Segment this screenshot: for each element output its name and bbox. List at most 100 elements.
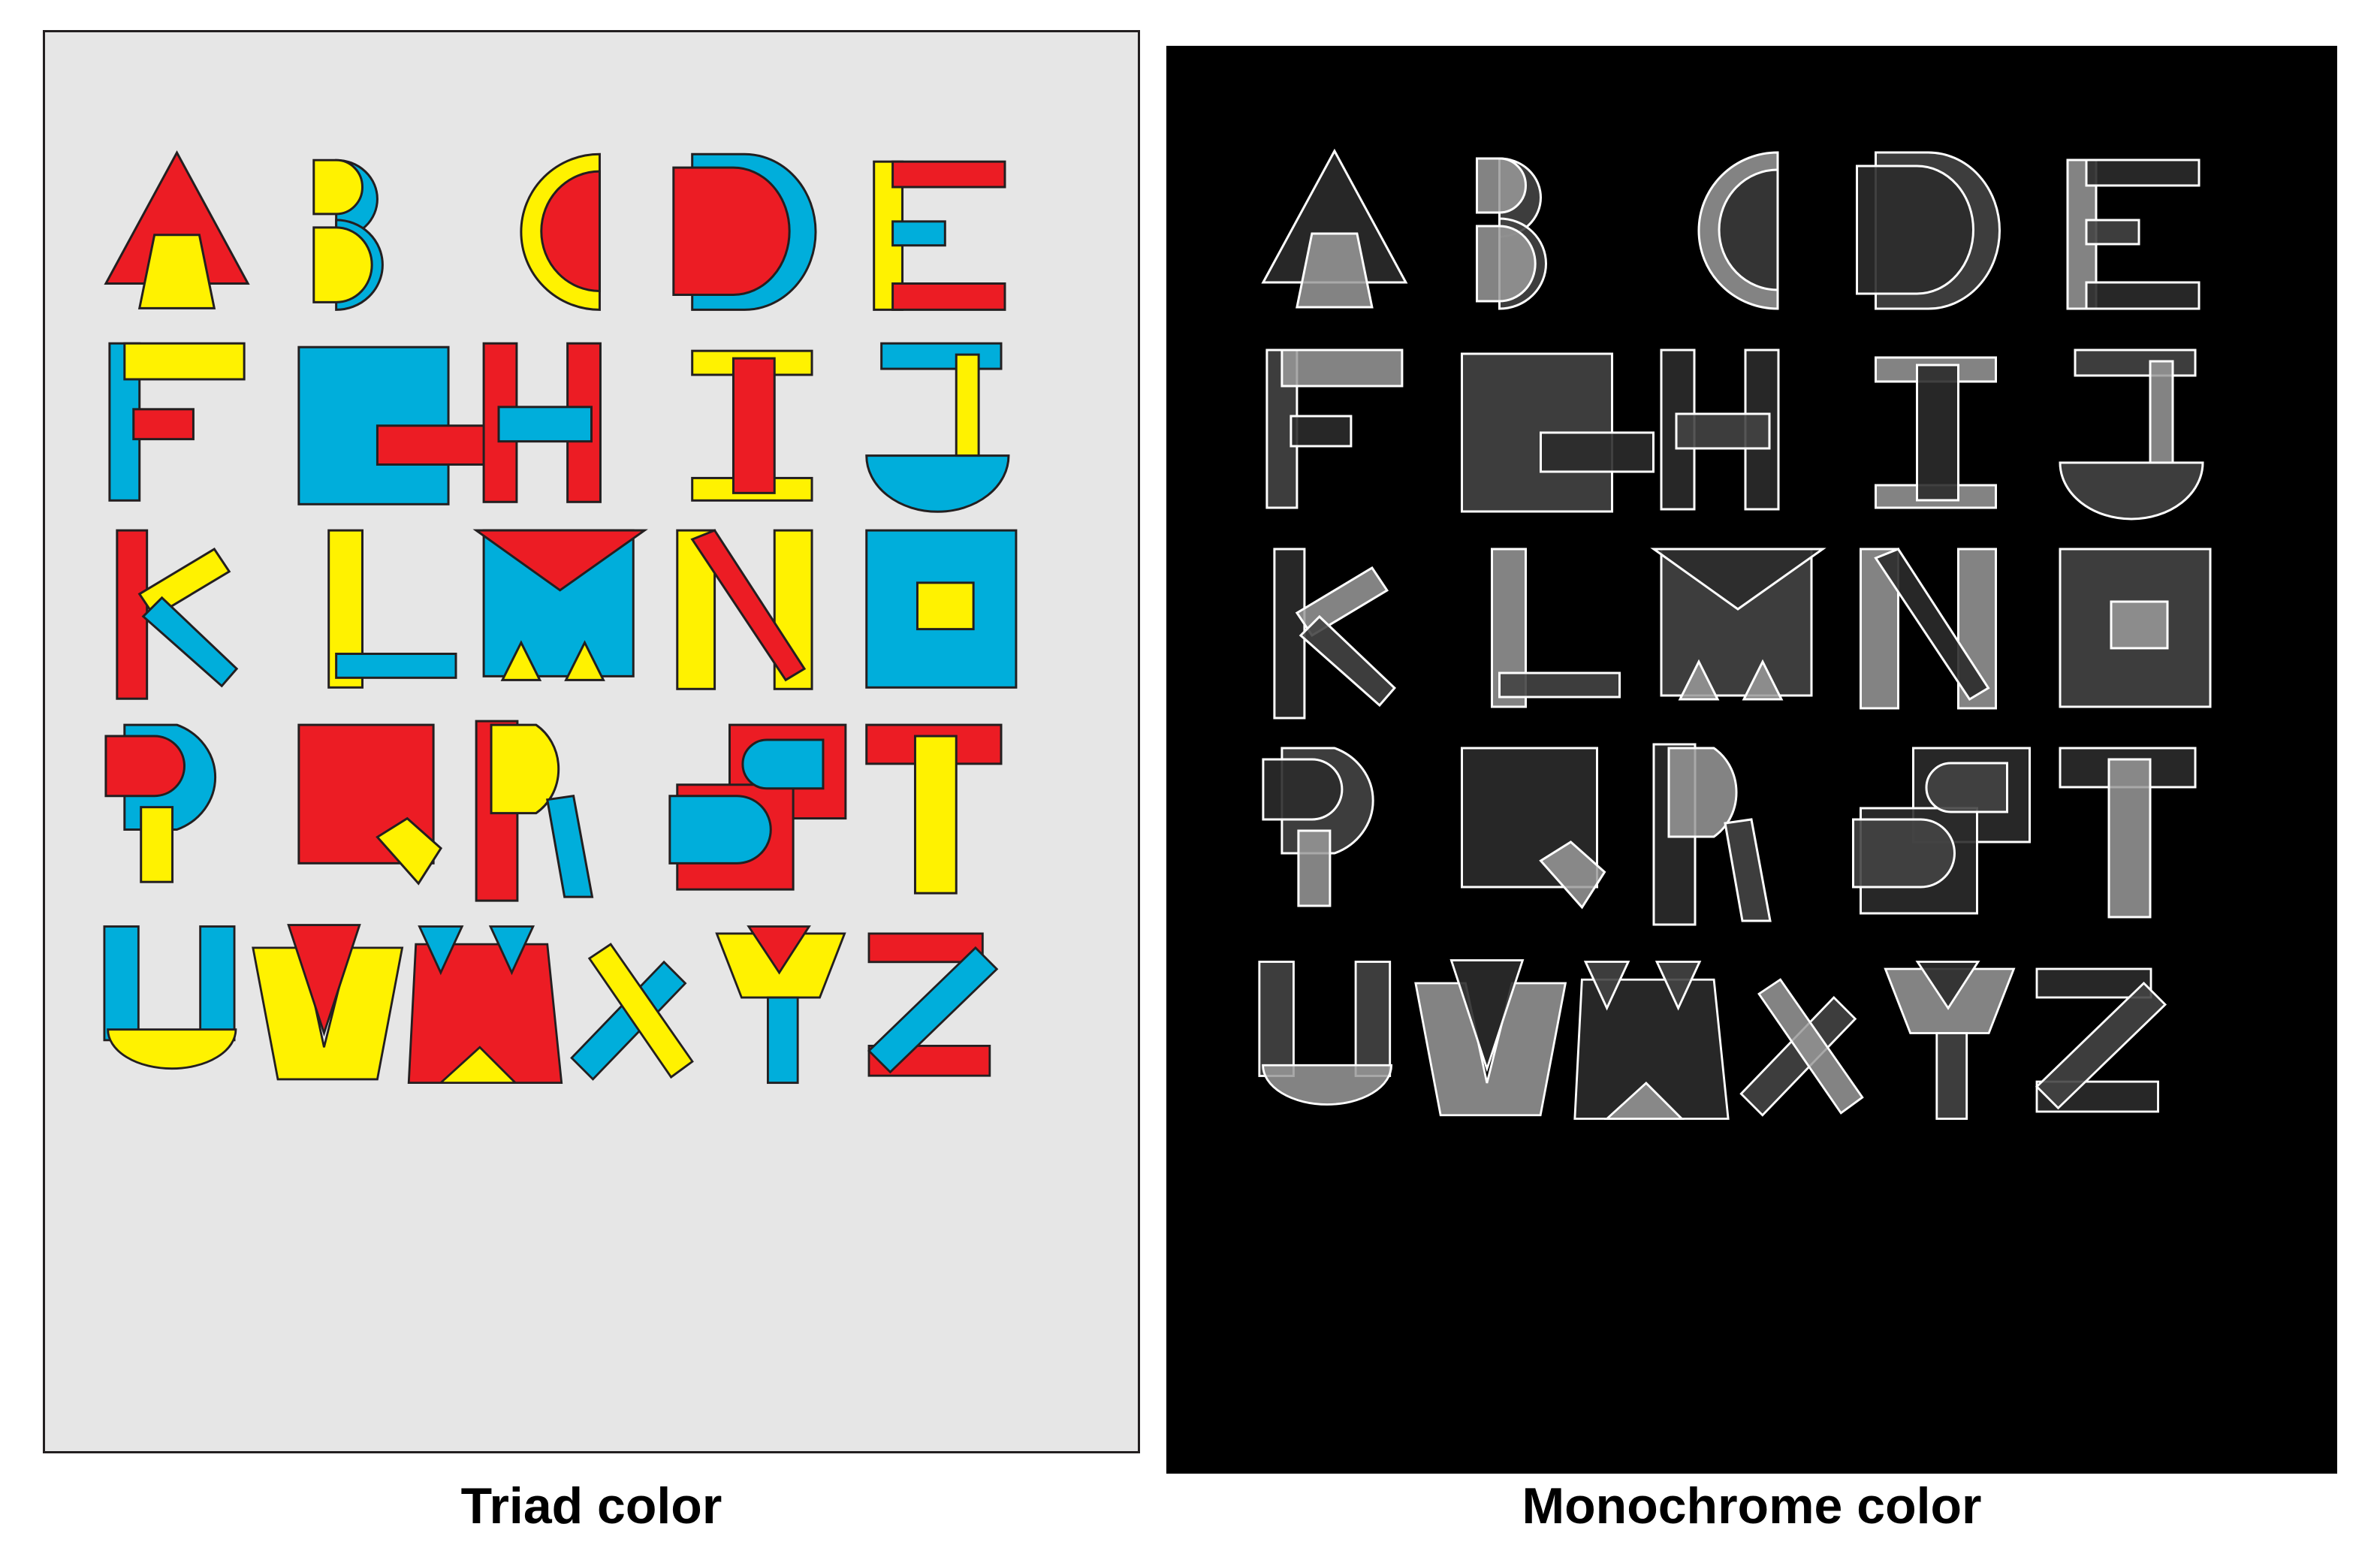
letter-y-glyph xyxy=(715,925,846,1085)
letter-d-glyph xyxy=(1856,151,2001,310)
letter-k-part-3 xyxy=(1299,614,1396,708)
letter-h-part-3 xyxy=(1675,412,1771,450)
letter-y-part-3 xyxy=(767,996,799,1085)
letter-q-glyph xyxy=(1461,747,1606,910)
monochrome-color-panel xyxy=(1166,46,2337,1474)
letter-k-part-1 xyxy=(1273,548,1306,720)
letter-s-part-3 xyxy=(741,738,825,790)
letter-i-glyph xyxy=(1875,356,1997,509)
letter-e-glyph xyxy=(873,160,1006,311)
letter-l-part-2 xyxy=(335,652,457,679)
letter-w-glyph xyxy=(407,925,563,1085)
letter-t-part-2 xyxy=(2107,758,2152,919)
letter-b-glyph xyxy=(1476,157,1547,310)
letter-j-part-2 xyxy=(2059,461,2204,521)
letter-t-part-2 xyxy=(913,735,958,895)
letter-j-part-3 xyxy=(955,353,980,457)
letter-h-glyph xyxy=(1660,349,1780,511)
letter-e-part-2 xyxy=(891,160,1006,189)
letter-u-part-1 xyxy=(1258,961,1295,1077)
letter-d-part-2 xyxy=(1856,164,1974,295)
triad-alphabet-artwork xyxy=(103,150,1018,1085)
letter-s-glyph xyxy=(668,723,847,891)
letter-t-glyph xyxy=(2059,747,2197,919)
letter-a-glyph xyxy=(104,150,250,309)
letter-g-part-2 xyxy=(1540,431,1655,473)
letter-o-glyph xyxy=(2059,548,2212,708)
letter-k-part-1 xyxy=(116,529,149,700)
letter-b-part-3 xyxy=(1476,157,1527,214)
letter-f-part-3 xyxy=(1290,415,1353,448)
letter-y-glyph xyxy=(1884,961,2016,1120)
letter-a-glyph xyxy=(1261,148,1408,309)
letter-u-part-3 xyxy=(1262,1064,1393,1106)
letter-j-part-3 xyxy=(2149,360,2174,464)
letter-s-glyph xyxy=(1852,747,2031,915)
letter-l-glyph xyxy=(1491,548,1621,708)
letter-u-part-3 xyxy=(107,1028,237,1070)
letter-m-glyph xyxy=(472,529,648,681)
letter-j-glyph xyxy=(865,342,1010,513)
letter-e-part-4 xyxy=(2085,281,2201,310)
letter-p-glyph xyxy=(104,723,217,883)
letter-g-glyph xyxy=(1461,352,1655,513)
letter-j-part-1 xyxy=(2074,349,2197,377)
letter-f-part-2 xyxy=(1280,349,1404,388)
letter-u-part-2 xyxy=(1354,961,1392,1077)
letter-i-part-3 xyxy=(1916,364,1959,502)
letter-u-glyph xyxy=(103,925,237,1070)
letter-y-part-3 xyxy=(1935,1032,1968,1120)
letter-p-glyph xyxy=(1262,747,1374,907)
letter-w-glyph xyxy=(1573,961,1730,1120)
letter-n-glyph xyxy=(676,529,813,690)
letter-u-glyph xyxy=(1258,961,1393,1106)
letter-c-glyph xyxy=(1697,151,1779,310)
letter-k-part-3 xyxy=(141,596,239,688)
letter-e-part-2 xyxy=(2085,158,2201,187)
letter-f-glyph xyxy=(108,342,246,502)
letter-r-part-3 xyxy=(546,795,594,898)
letter-k-glyph xyxy=(1273,548,1396,720)
letter-u-part-2 xyxy=(199,925,236,1042)
letter-g-part-2 xyxy=(376,424,491,466)
monochrome-color-caption: Monochrome color xyxy=(1522,1477,1982,1534)
letter-s-part-3 xyxy=(1925,762,2008,813)
letter-i-part-3 xyxy=(731,357,776,494)
letter-p-part-3 xyxy=(104,735,186,798)
letter-h-glyph xyxy=(482,342,602,503)
letter-v-glyph xyxy=(252,924,404,1081)
letter-f-part-3 xyxy=(132,408,195,441)
letter-e-part-4 xyxy=(891,282,1006,311)
letter-d-glyph xyxy=(672,152,817,311)
letter-n-glyph xyxy=(1860,548,1997,710)
letter-e-glyph xyxy=(2066,158,2201,310)
letter-o-part-2 xyxy=(916,581,975,631)
letter-r-glyph xyxy=(475,720,594,902)
letter-v-glyph xyxy=(1414,959,1567,1117)
letter-e-part-3 xyxy=(891,220,946,247)
letter-x-glyph xyxy=(570,943,694,1081)
letter-b-part-4 xyxy=(312,226,373,303)
letter-h-part-3 xyxy=(497,406,593,443)
letter-o-part-2 xyxy=(2110,600,2169,650)
letter-t-glyph xyxy=(865,723,1003,895)
letter-j-glyph xyxy=(2059,349,2204,521)
letter-b-part-3 xyxy=(312,158,363,216)
letter-f-part-2 xyxy=(123,342,246,381)
letter-b-glyph xyxy=(312,158,384,311)
letter-q-glyph xyxy=(297,723,443,886)
monochrome-alphabet-artwork xyxy=(1258,148,2212,1120)
triad-color-caption: Triad color xyxy=(460,1477,722,1534)
letter-s-part-4 xyxy=(1852,818,1956,889)
letter-c-glyph xyxy=(520,152,601,311)
letter-p-part-3 xyxy=(1262,758,1344,821)
letter-j-part-1 xyxy=(880,342,1003,370)
letter-b-part-4 xyxy=(1476,225,1537,303)
letter-e-part-3 xyxy=(2085,219,2140,246)
letter-k-glyph xyxy=(116,529,239,700)
letter-l-glyph xyxy=(327,529,457,689)
letter-f-glyph xyxy=(1265,349,1404,509)
letter-z-glyph xyxy=(867,932,999,1077)
letter-u-part-1 xyxy=(103,925,140,1042)
letter-p-part-2 xyxy=(1297,829,1332,907)
